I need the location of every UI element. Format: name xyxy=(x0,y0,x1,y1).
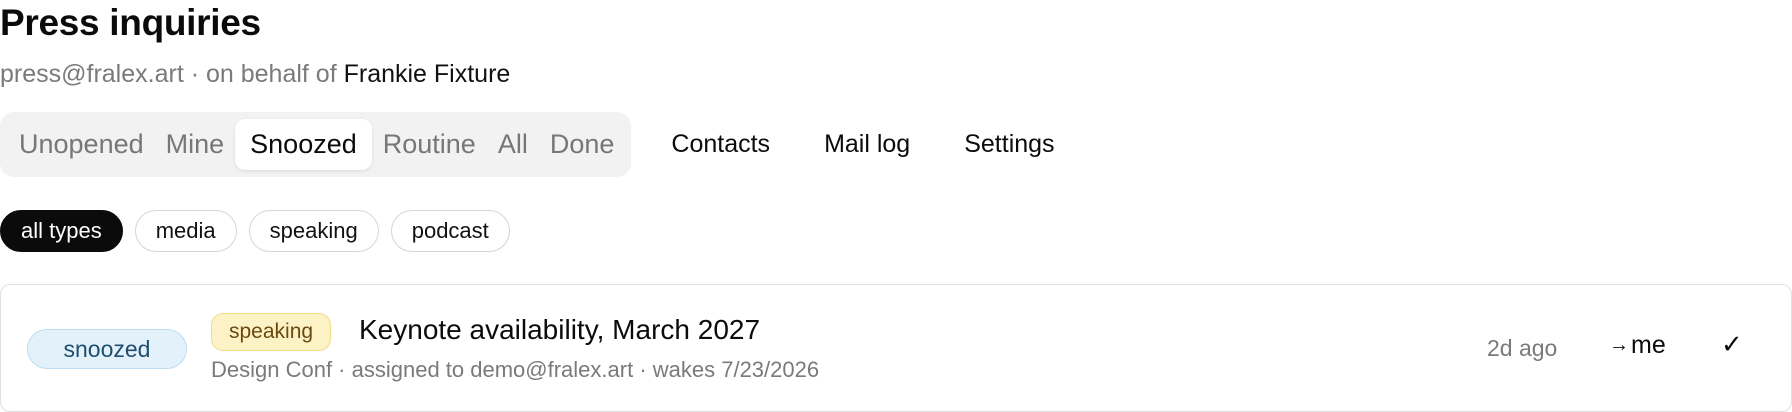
owner-name: Frankie Fixture xyxy=(343,60,511,88)
tab-unopened[interactable]: Unopened xyxy=(8,119,155,170)
tab-all[interactable]: All xyxy=(487,119,539,170)
nav-settings-link[interactable]: Settings xyxy=(964,130,1054,159)
tab-snoozed[interactable]: Snoozed xyxy=(235,119,372,170)
inquiry-row[interactable]: snoozed speaking Keynote availability, M… xyxy=(0,284,1792,412)
page-title: Press inquiries xyxy=(0,2,261,43)
mailbox-address: press@fralex.art xyxy=(0,60,184,88)
tab-routine[interactable]: Routine xyxy=(372,119,487,170)
nav-contacts-link[interactable]: Contacts xyxy=(671,130,770,159)
view-segmented-control: Unopened Mine Snoozed Routine All Done xyxy=(0,112,632,177)
checkmark-icon: ✓ xyxy=(1721,329,1743,359)
filter-chip-all-types[interactable]: all types xyxy=(0,210,123,252)
arrow-right-icon: → xyxy=(1609,334,1629,356)
type-filter-chips: all types media speaking podcast xyxy=(0,210,522,252)
mailbox-subtitle: press@fralex.art · on behalf of Frankie … xyxy=(0,60,510,89)
behalf-label: · on behalf of xyxy=(183,60,344,88)
status-badge: snoozed xyxy=(27,329,187,369)
mark-done-button[interactable]: ✓ xyxy=(1721,329,1743,360)
tab-done[interactable]: Done xyxy=(539,119,626,170)
filter-chip-podcast[interactable]: podcast xyxy=(390,210,510,252)
nav-mail-log-link[interactable]: Mail log xyxy=(824,130,910,159)
inquiry-meta: Design Conf · assigned to demo@fralex.ar… xyxy=(211,357,820,382)
inquiry-subject[interactable]: Keynote availability, March 2027 xyxy=(359,314,760,346)
filter-chip-speaking[interactable]: speaking xyxy=(248,210,379,252)
type-badge: speaking xyxy=(211,313,332,351)
assign-to-me-button[interactable]: → me xyxy=(1609,331,1666,360)
inquiry-age: 2d ago xyxy=(1487,335,1558,361)
filter-chip-media[interactable]: media xyxy=(134,210,237,252)
tab-bar: Unopened Mine Snoozed Routine All Done C… xyxy=(0,112,1055,177)
assign-label: me xyxy=(1631,331,1666,359)
tab-mine[interactable]: Mine xyxy=(155,119,236,170)
